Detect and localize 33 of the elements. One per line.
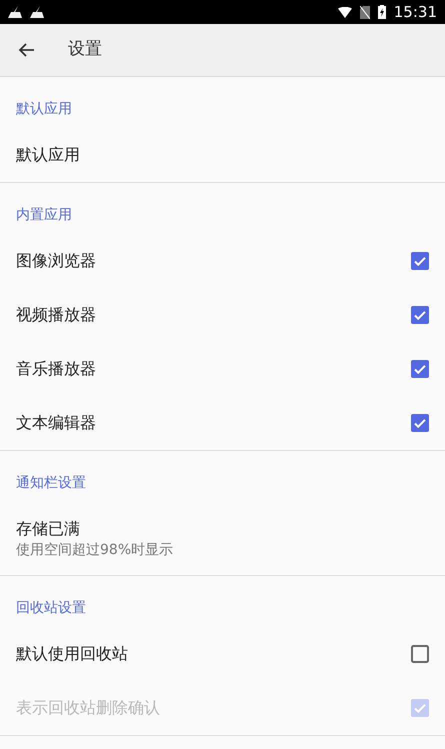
setting-label: 表示回收站删除确认: [16, 697, 160, 719]
setting-label: 视频播放器: [16, 304, 96, 326]
section-header: 回收站设置: [15, 598, 87, 618]
checkbox-unchecked[interactable]: [411, 645, 429, 663]
checkbox-checked[interactable]: [411, 306, 429, 324]
wifi-icon: [338, 6, 352, 18]
setting-label: 文本编辑器: [16, 412, 96, 434]
setting-summary: 使用空间超过98%时显示: [16, 540, 174, 560]
settings-row[interactable]: 图像浏览器: [0, 234, 445, 288]
status-time: 15:31: [394, 4, 437, 20]
broom-icon: [8, 6, 22, 18]
checkbox-checked[interactable]: [411, 360, 429, 378]
section-header: 通知栏设置: [15, 474, 87, 492]
setting-label: 默认应用: [16, 144, 80, 166]
battery-charging-icon: [378, 5, 386, 19]
settings-row[interactable]: 音乐播放器: [0, 342, 445, 396]
back-arrow-icon: [18, 43, 34, 57]
setting-label: 图像浏览器: [16, 250, 96, 272]
settings-row[interactable]: 视频播放器: [0, 288, 445, 342]
checkbox-checked[interactable]: [411, 252, 429, 270]
section-header: 内置应用: [15, 206, 73, 224]
no-sim-icon: [360, 6, 370, 18]
settings-row[interactable]: 默认应用: [0, 128, 445, 182]
app-bar-title: 设置: [68, 38, 102, 62]
section-header: 默认应用: [15, 100, 73, 118]
broom-icon: [30, 6, 44, 18]
settings-row[interactable]: 默认使用回收站: [0, 627, 445, 681]
checkbox-checked[interactable]: [411, 414, 429, 432]
settings-row[interactable]: 存储已满 使用空间超过98%时显示: [0, 502, 445, 575]
setting-label: 默认使用回收站: [16, 643, 128, 665]
settings-row[interactable]: 文本编辑器: [0, 396, 445, 450]
setting-label: 音乐播放器: [16, 358, 96, 380]
setting-label: 存储已满: [16, 518, 81, 540]
